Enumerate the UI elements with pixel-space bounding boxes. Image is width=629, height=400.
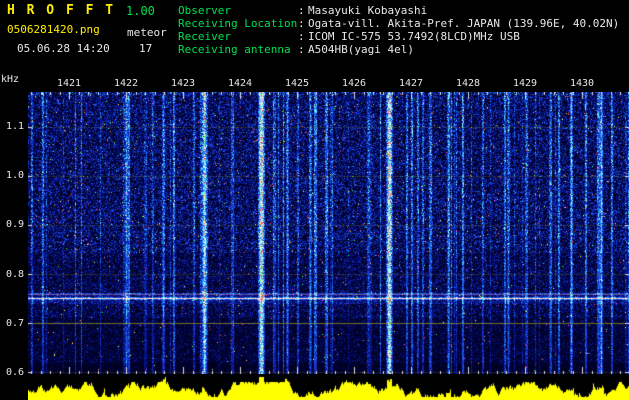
- time-tick-label: 1427: [398, 78, 424, 89]
- spectrogram-canvas: [28, 92, 629, 374]
- info-value: ICOM IC-575 53.7492(8LCD)MHz USB: [308, 30, 520, 43]
- time-tick-label: 1429: [512, 78, 538, 89]
- file-name: 0506281420.png: [7, 23, 100, 36]
- time-tick-label: 1428: [455, 78, 481, 89]
- freq-tick-label: 1.0: [5, 170, 24, 181]
- freq-tick-label: 1.1: [5, 121, 24, 132]
- hrofft-screen: H R O F F T 1.00 0506281420.png meteor 0…: [0, 0, 629, 400]
- station-info-panel: Observer: Masayuki Kobayashi Receiving Lo…: [178, 4, 619, 56]
- freq-axis-unit: kHz: [1, 74, 20, 85]
- info-value: Masayuki Kobayashi: [308, 4, 428, 17]
- info-row-receiver: Receiver: ICOM IC-575 53.7492(8LCD)MHz US…: [178, 30, 619, 43]
- info-value: A504HB(yagi 4el): [308, 43, 414, 56]
- info-label: Receiver: [178, 30, 231, 43]
- info-value: Ogata-vill. Akita-Pref. JAPAN (139.96E, …: [308, 17, 620, 30]
- info-row-antenna: Receiving antenna: A504HB(yagi 4el): [178, 43, 619, 56]
- time-tick-label: 1422: [113, 78, 139, 89]
- freq-tick-label: 0.6: [5, 367, 24, 378]
- time-tick-label: 1421: [56, 78, 82, 89]
- info-row-location: Receiving Location: Ogata-vill. Akita-Pre…: [178, 17, 619, 30]
- signal-strength-canvas: [28, 376, 629, 400]
- time-tick-label: 1424: [227, 78, 253, 89]
- app-version: 1.00: [126, 4, 155, 18]
- info-label: Observer: [178, 4, 231, 17]
- info-label: Receiving antenna: [178, 43, 291, 56]
- time-tick-label: 1426: [341, 78, 367, 89]
- info-label: Receiving Location: [178, 17, 298, 30]
- freq-tick-label: 0.8: [5, 269, 24, 280]
- meteor-count: 17: [139, 42, 153, 55]
- freq-tick-label: 0.9: [5, 219, 24, 230]
- info-separator: :: [298, 4, 305, 17]
- freq-tick-label: 0.7: [5, 318, 24, 329]
- info-separator: :: [298, 17, 305, 30]
- info-row-observer: Observer: Masayuki Kobayashi: [178, 4, 619, 17]
- info-separator: :: [298, 30, 305, 43]
- app-title: H R O F F T: [7, 3, 116, 18]
- mode-label: meteor: [127, 26, 167, 39]
- time-tick-label: 1430: [569, 78, 595, 89]
- info-separator: :: [298, 43, 305, 56]
- time-tick-label: 1425: [284, 78, 310, 89]
- datetime-label: 05.06.28 14:20: [17, 42, 110, 55]
- time-tick-label: 1423: [170, 78, 196, 89]
